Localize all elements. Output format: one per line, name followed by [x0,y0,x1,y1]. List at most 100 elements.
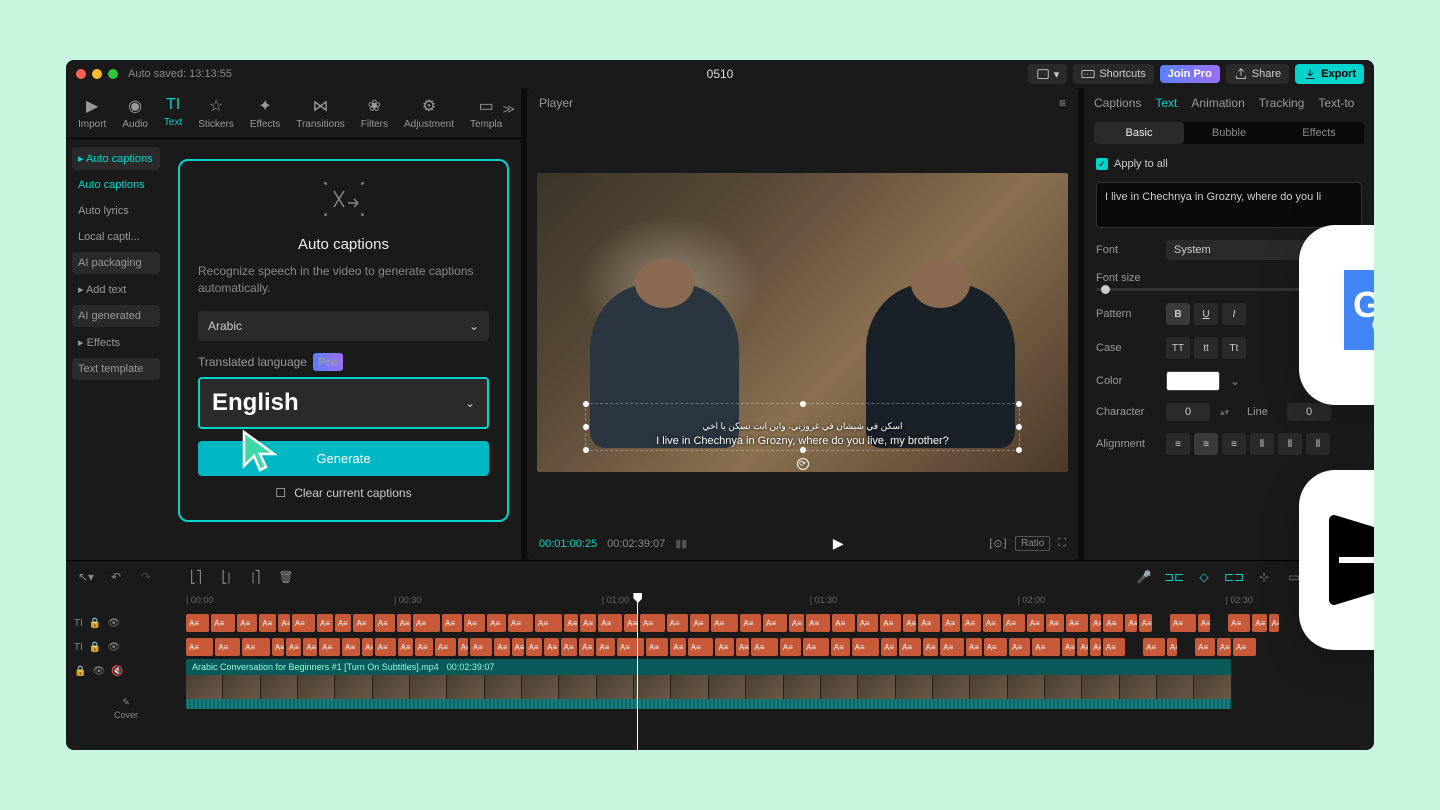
caption-track-ar[interactable]: A≡A≡A≡A≡A≡A≡A≡A≡A≡A≡A≡A≡A≡A≡A≡A≡A≡A≡A≡A≡… [186,635,1374,659]
cover-button[interactable]: ✎Cover [66,683,186,733]
rotate-handle[interactable]: ⟳ [797,458,809,470]
caption-clip[interactable]: A≡ [831,638,850,656]
caption-clip[interactable]: A≡ [564,614,578,632]
caption-clip[interactable]: A≡ [375,638,396,656]
redo-button[interactable]: ↷ [136,567,156,587]
align-tool[interactable]: ⊹ [1254,567,1274,587]
caption-clip[interactable]: A≡ [711,614,738,632]
caption-clip[interactable]: A≡ [646,638,668,656]
caption-clip[interactable]: A≡ [458,638,468,656]
player-viewport[interactable]: اسكن في شيشان في غروزني، واين انت تسكن ي… [527,118,1078,527]
undo-button[interactable]: ↶ [106,567,126,587]
tab-text-to[interactable]: Text-to [1318,96,1354,110]
caption-clip[interactable]: A≡ [640,614,665,632]
focus-icon[interactable]: ⁅⊙⁆ [989,537,1007,550]
caption-clip[interactable]: A≡ [780,638,801,656]
caption-clip[interactable]: A≡ [1217,638,1231,656]
caption-text-input[interactable]: I live in Chechnya in Grozny, where do y… [1096,182,1362,228]
timeline-tracks[interactable]: | 00:00| 00:30| 01:00| 01:30| 02:00| 02:… [186,593,1374,750]
caption-clip[interactable]: A≡ [544,638,558,656]
caption-clip[interactable]: A≡ [526,638,543,656]
caption-clip[interactable]: A≡ [292,614,315,632]
caption-clip[interactable]: A≡ [1269,614,1280,632]
caption-clip[interactable]: A≡ [442,614,462,632]
share-button[interactable]: Share [1226,64,1289,84]
time-ruler[interactable]: | 00:00| 00:30| 01:00| 01:30| 02:00| 02:… [186,593,1374,611]
tool-filters[interactable]: ❀Filters [353,94,396,132]
caption-clip[interactable]: A≡ [1090,638,1101,656]
caption-clip[interactable]: A≡ [1077,638,1088,656]
align-center-button[interactable]: ≡ [1194,433,1218,455]
sidebar-add-text[interactable]: ▸ Add text [72,278,160,301]
caption-clip[interactable]: A≡ [1009,638,1030,656]
caption-clip[interactable]: A≡ [852,638,880,656]
caption-clip[interactable]: A≡ [186,638,213,656]
snap-icon[interactable]: ⊏⊐ [1224,567,1244,587]
subtab-basic[interactable]: Basic [1094,122,1184,144]
caption-clip[interactable]: A≡ [579,638,594,656]
caption-clip[interactable]: A≡ [580,614,596,632]
caption-clip[interactable]: A≡ [362,638,372,656]
caption-clip[interactable]: A≡ [1032,638,1060,656]
tab-tracking[interactable]: Tracking [1259,96,1305,110]
caption-clip[interactable]: A≡ [1139,614,1152,632]
tool-text[interactable]: TIText [156,94,190,132]
tab-captions[interactable]: Captions [1094,96,1141,110]
case-tt[interactable]: tt [1194,337,1218,359]
italic-button[interactable]: I [1222,303,1246,325]
caption-clip[interactable]: A≡ [881,638,897,656]
chevron-down-icon[interactable]: ⌄ [1230,374,1240,388]
caption-clip[interactable]: A≡ [806,614,830,632]
caption-clip[interactable]: A≡ [740,614,761,632]
caption-clip[interactable]: A≡ [1027,614,1044,632]
caption-clip[interactable]: A≡ [1228,614,1250,632]
align-right-button[interactable]: ≡ [1222,433,1246,455]
caption-clip[interactable]: A≡ [464,614,485,632]
clear-captions-row[interactable]: ☐ Clear current captions [198,486,489,500]
tool-adjustment[interactable]: ⚙Adjustment [396,94,462,132]
playhead[interactable] [637,593,638,750]
caption-clip[interactable]: A≡ [1103,614,1123,632]
fullscreen-icon[interactable]: ⛶ [1058,537,1066,550]
link-icon[interactable]: ◇ [1194,567,1214,587]
caption-clip[interactable]: A≡ [751,638,778,656]
caption-clip[interactable]: A≡ [962,614,981,632]
caption-clip[interactable]: A≡ [561,638,578,656]
caption-clip[interactable]: A≡ [1103,638,1125,656]
tab-animation[interactable]: Animation [1191,96,1244,110]
split-tool[interactable]: ⎣⎤ [186,567,206,587]
tool-transitions[interactable]: ⋈Transitions [288,94,353,132]
caption-clip[interactable]: A≡ [1090,614,1101,632]
video-track-header[interactable]: 🔒👁🔇 [66,659,186,683]
caption-clip[interactable]: A≡ [624,614,638,632]
caption-clip[interactable]: A≡ [375,614,395,632]
text-track-1-header[interactable]: TI🔒👁 [66,611,186,635]
caption-clip[interactable]: A≡ [617,638,644,656]
caption-clip[interactable]: A≡ [319,638,340,656]
caption-clip[interactable]: A≡ [286,638,302,656]
caption-clip[interactable]: A≡ [278,614,289,632]
sidebar-effects[interactable]: ▸ Effects [72,331,160,354]
caption-clip[interactable]: A≡ [535,614,562,632]
caption-clip[interactable]: A≡ [598,614,622,632]
subtab-effects[interactable]: Effects [1274,122,1364,144]
caption-clip[interactable]: A≡ [259,614,276,632]
caption-clip[interactable]: A≡ [688,638,714,656]
caption-clip[interactable]: A≡ [398,638,413,656]
caption-clip[interactable]: A≡ [690,614,709,632]
toolbar-more-icon[interactable]: ≫ [502,102,515,116]
caption-clip[interactable]: A≡ [1167,638,1177,656]
magnet-icon[interactable]: ⊐⊏ [1164,567,1184,587]
sidebar-auto-lyrics[interactable]: Auto lyrics [72,200,160,222]
align-left-button[interactable]: ≡ [1166,433,1190,455]
sidebar-ai-generated[interactable]: AI generated [72,305,160,327]
caption-clip[interactable]: A≡ [596,638,615,656]
caption-clip[interactable]: A≡ [940,638,964,656]
shortcuts-button[interactable]: Shortcuts [1073,64,1153,84]
caption-clip[interactable]: A≡ [667,614,689,632]
subtab-bubble[interactable]: Bubble [1184,122,1274,144]
caption-clip[interactable]: A≡ [984,638,1007,656]
apply-all-row[interactable]: ✓ Apply to all [1096,158,1362,170]
caption-clip[interactable]: A≡ [1125,614,1136,632]
caption-clip[interactable]: A≡ [494,638,509,656]
